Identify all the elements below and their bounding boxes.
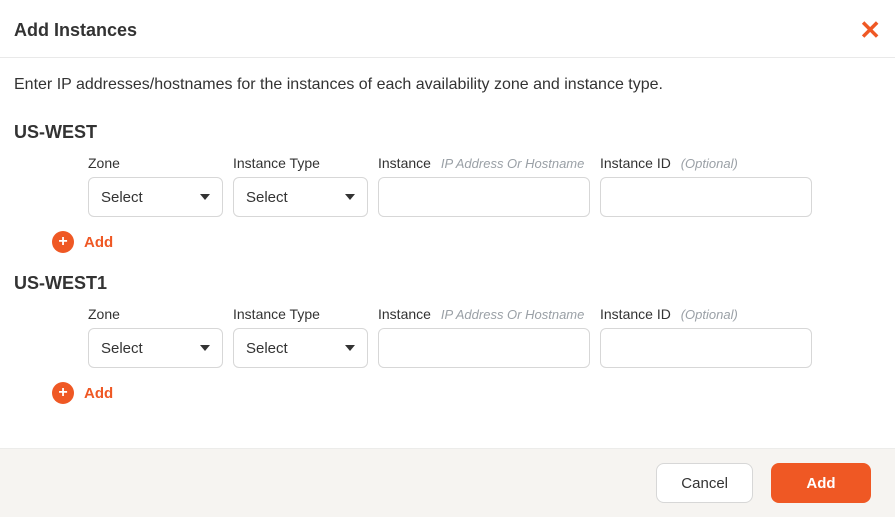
cancel-button[interactable]: Cancel [656,463,753,503]
chevron-down-icon [200,194,210,200]
instance-id-input[interactable] [600,177,812,217]
add-button[interactable]: Add [771,463,871,503]
field-label: Instance ID (Optional) [600,306,812,322]
select-value: Select [101,189,143,206]
select-value: Select [246,189,288,206]
label-hint: (Optional) [681,156,738,171]
field-label: Instance Type [233,155,368,171]
add-row-label: Add [84,234,113,251]
field-instance: Instance IP Address Or Hostname [378,306,590,368]
field-label: Zone [88,306,223,322]
modal-title: Add Instances [14,20,137,41]
field-instance: Instance IP Address Or Hostname [378,155,590,217]
field-instance-id: Instance ID (Optional) [600,306,812,368]
field-instance-type: Instance Type Select [233,306,368,368]
label-hint: IP Address Or Hostname [441,307,585,322]
label-hint: IP Address Or Hostname [441,156,585,171]
add-row-label: Add [84,385,113,402]
plus-icon: + [52,231,74,253]
chevron-down-icon [200,345,210,351]
instance-id-input[interactable] [600,328,812,368]
instance-row: Zone Select Instance Type Select Instanc… [88,155,881,217]
modal-footer: Cancel Add [0,448,895,517]
add-row-button[interactable]: + Add [52,231,881,253]
instance-input[interactable] [378,328,590,368]
intro-text: Enter IP addresses/hostnames for the ins… [14,76,881,94]
field-label: Instance IP Address Or Hostname [378,155,590,171]
field-label: Instance IP Address Or Hostname [378,306,590,322]
modal-header: Add Instances ✕ [0,0,895,58]
close-icon[interactable]: ✕ [859,17,881,43]
field-label: Instance Type [233,306,368,322]
instance-type-select[interactable]: Select [233,328,368,368]
field-zone: Zone Select [88,155,223,217]
field-instance-type: Instance Type Select [233,155,368,217]
region-title: US-WEST [14,122,881,143]
label-hint: (Optional) [681,307,738,322]
plus-icon: + [52,382,74,404]
label-text: Instance ID [600,306,671,322]
select-value: Select [101,340,143,357]
chevron-down-icon [345,345,355,351]
add-row-button[interactable]: + Add [52,382,881,404]
zone-select[interactable]: Select [88,328,223,368]
label-text: Instance ID [600,155,671,171]
instance-input[interactable] [378,177,590,217]
region-title: US-WEST1 [14,273,881,294]
modal-body: Enter IP addresses/hostnames for the ins… [0,58,895,448]
region-block: US-WEST Zone Select Instance Type Select… [14,122,881,253]
field-instance-id: Instance ID (Optional) [600,155,812,217]
chevron-down-icon [345,194,355,200]
select-value: Select [246,340,288,357]
field-zone: Zone Select [88,306,223,368]
label-text: Instance [378,155,431,171]
zone-select[interactable]: Select [88,177,223,217]
field-label: Zone [88,155,223,171]
instance-row: Zone Select Instance Type Select Instanc… [88,306,881,368]
region-block: US-WEST1 Zone Select Instance Type Selec… [14,273,881,404]
field-label: Instance ID (Optional) [600,155,812,171]
label-text: Instance [378,306,431,322]
instance-type-select[interactable]: Select [233,177,368,217]
